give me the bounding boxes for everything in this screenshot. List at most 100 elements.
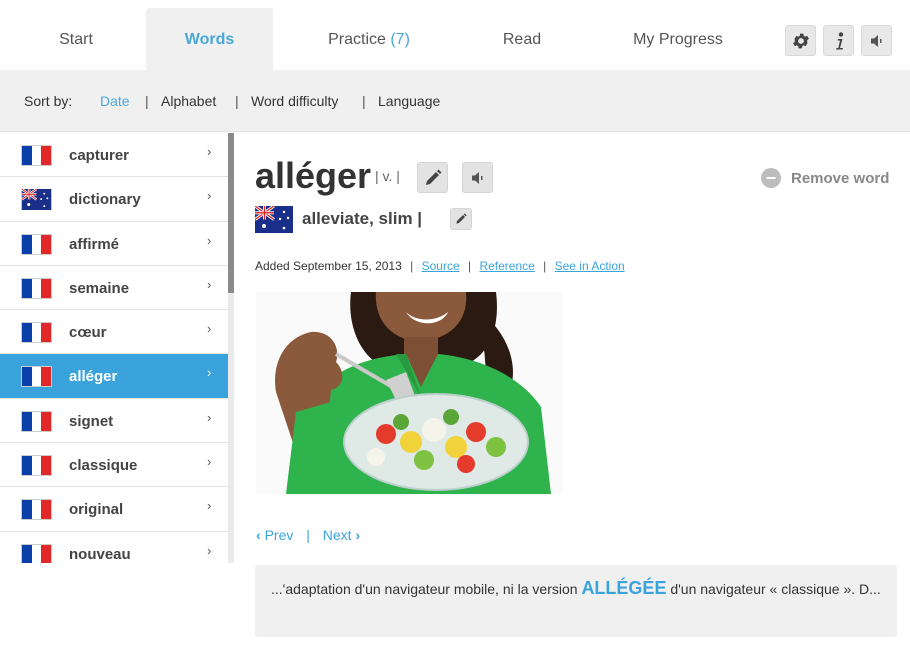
- tab-start-label: Start: [59, 31, 93, 48]
- chevron-right-icon: ›: [355, 527, 361, 543]
- word-list: capturer › dictionary › affirmé › semaine › cœur…: [0, 133, 228, 563]
- audio-button[interactable]: [861, 25, 892, 56]
- chevron-left-icon: ‹: [256, 527, 261, 543]
- pager: ‹ Prev | Next ›: [256, 527, 360, 543]
- word-list-label: cœur: [69, 324, 107, 342]
- word-list-item[interactable]: dictionary ›: [0, 177, 228, 222]
- info-button[interactable]: [823, 25, 854, 56]
- word-list-item[interactable]: cœur ›: [0, 310, 228, 355]
- word-metadata: Added September 15, 2013 | Source | Refe…: [255, 259, 625, 273]
- france-flag-icon: [21, 277, 52, 299]
- france-flag-icon: [21, 145, 52, 166]
- context-after: d'un navigateur « classique ». D...: [666, 581, 881, 597]
- word-list-label: original: [69, 501, 124, 519]
- meta-separator: |: [410, 259, 414, 273]
- source-link[interactable]: Source: [422, 259, 460, 273]
- word-list-label: nouveau: [69, 545, 131, 563]
- word-list-label: capturer: [69, 147, 130, 164]
- word-list-item[interactable]: alléger ›: [0, 354, 228, 399]
- word-list-item[interactable]: signet ›: [0, 399, 228, 444]
- context-sentence: ...'adaptation d'un navigateur mobile, n…: [255, 565, 897, 637]
- edit-word-button[interactable]: [417, 162, 448, 193]
- meta-separator: |: [543, 259, 547, 273]
- france-flag-icon: [21, 233, 52, 255]
- minus-circle-icon: −: [761, 168, 781, 188]
- word-list-label: alléger: [69, 368, 118, 386]
- tab-read-label: Read: [502, 31, 542, 48]
- tab-practice[interactable]: Practice (7): [300, 8, 438, 70]
- sort-bar: Sort by: Date | Alphabet | Word difficul…: [0, 70, 910, 132]
- chevron-right-icon: ›: [207, 409, 212, 425]
- word-illustration: [256, 292, 562, 494]
- pencil-icon: [425, 169, 441, 185]
- info-icon: [835, 31, 843, 49]
- date-added: Added September 15, 2013: [255, 259, 402, 273]
- word-list-label: affirmé: [69, 235, 120, 253]
- context-highlight: ALLÉGÉE: [581, 578, 667, 598]
- practice-count-badge: (7): [390, 31, 410, 48]
- chevron-right-icon: ›: [207, 144, 212, 159]
- chevron-right-icon: ›: [207, 498, 212, 514]
- sort-separator: |: [235, 93, 239, 109]
- sort-option-alphabet[interactable]: Alphabet: [161, 93, 216, 109]
- speaker-icon: [870, 34, 881, 47]
- speaker-icon: [471, 171, 482, 184]
- sort-option-date[interactable]: Date: [100, 93, 130, 109]
- remove-word-button[interactable]: − Remove word: [761, 168, 889, 188]
- sort-option-word-difficulty[interactable]: Word difficulty: [251, 93, 338, 109]
- france-flag-icon: [21, 410, 52, 432]
- chevron-right-icon: ›: [207, 188, 212, 204]
- word-list-scroll-thumb[interactable]: [228, 133, 234, 293]
- australia-flag-icon: [254, 204, 293, 233]
- tab-words[interactable]: Words: [146, 8, 273, 70]
- top-navigation: Start Words Practice (7) Read My Progres…: [0, 0, 910, 70]
- prev-label: Prev: [264, 527, 294, 543]
- sort-separator: |: [362, 93, 366, 109]
- word-list-label: signet: [69, 412, 114, 430]
- word-list-item[interactable]: original ›: [0, 487, 228, 532]
- sort-by-label: Sort by:: [24, 93, 73, 109]
- translation-text: alleviate, slim |: [302, 209, 423, 228]
- part-of-speech: | v. |: [375, 168, 400, 184]
- word-list-item[interactable]: nouveau ›: [0, 532, 228, 563]
- prev-button[interactable]: ‹ Prev: [256, 527, 297, 543]
- france-flag-icon: [21, 322, 52, 344]
- word-list-item[interactable]: classique ›: [0, 443, 228, 488]
- australia-flag-icon: [21, 188, 52, 211]
- chevron-right-icon: ›: [207, 454, 212, 470]
- france-flag-icon: [21, 366, 52, 388]
- chevron-right-icon: ›: [207, 321, 212, 337]
- word-list-item[interactable]: semaine ›: [0, 266, 228, 311]
- tab-my-progress[interactable]: My Progress: [612, 8, 744, 70]
- settings-button[interactable]: [785, 25, 816, 56]
- next-label: Next: [322, 527, 352, 543]
- tab-read[interactable]: Read: [476, 8, 568, 70]
- word-list-label: dictionary: [69, 191, 141, 209]
- word-list-item[interactable]: affirmé ›: [0, 222, 228, 266]
- tab-words-label: Words: [184, 31, 235, 48]
- sort-option-language[interactable]: Language: [378, 93, 440, 109]
- see-in-action-link[interactable]: See in Action: [555, 259, 625, 273]
- word-title: alléger: [255, 155, 372, 196]
- tab-my-progress-label: My Progress: [633, 31, 723, 48]
- word-list-label: classique: [69, 457, 138, 475]
- france-flag-icon: [21, 499, 52, 521]
- word-list-item[interactable]: capturer ›: [0, 133, 228, 178]
- chevron-right-icon: ›: [207, 232, 212, 248]
- word-list-label: semaine: [69, 279, 130, 297]
- tab-start[interactable]: Start: [22, 8, 130, 70]
- pager-separator: |: [306, 527, 310, 543]
- next-button[interactable]: Next ›: [323, 527, 360, 543]
- tab-practice-label: Practice: [328, 31, 386, 48]
- sort-separator: |: [145, 93, 149, 109]
- edit-translation-button[interactable]: [450, 208, 472, 230]
- chevron-right-icon: ›: [207, 542, 212, 558]
- france-flag-icon: [21, 543, 52, 563]
- chevron-right-icon: ›: [207, 276, 212, 292]
- pronounce-button[interactable]: [462, 162, 493, 193]
- gear-icon: [792, 33, 809, 48]
- context-before: ...'adaptation d'un navigateur mobile, n…: [271, 581, 582, 597]
- reference-link[interactable]: Reference: [479, 259, 534, 273]
- remove-word-label: Remove word: [791, 169, 890, 187]
- france-flag-icon: [21, 455, 52, 477]
